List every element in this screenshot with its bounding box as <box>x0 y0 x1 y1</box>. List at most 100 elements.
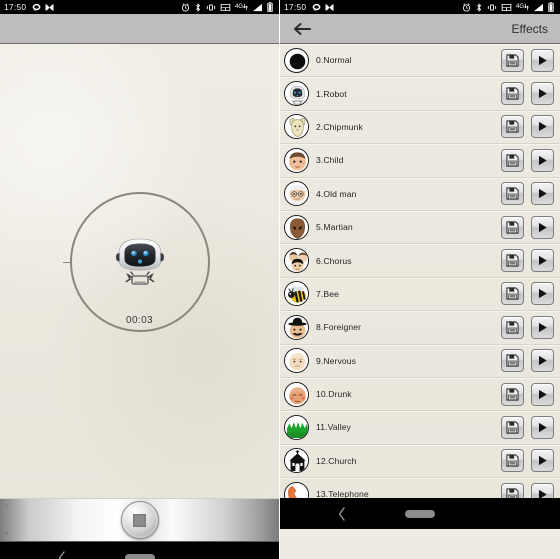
status-bar-left: 17:50 4G <box>0 0 279 14</box>
status-right-icons: 4G <box>181 2 273 12</box>
dual-screenshot: 17:50 4G 00:03 17:50 4G Effects 0.Normal… <box>0 0 560 559</box>
save-floppy-icon[interactable] <box>501 249 524 273</box>
play-icon[interactable] <box>531 182 554 206</box>
row-actions <box>501 148 554 172</box>
child-icon <box>284 147 309 173</box>
row-actions <box>501 215 554 239</box>
status-left-icons <box>32 3 54 12</box>
play-icon[interactable] <box>531 349 554 373</box>
list-item[interactable]: 2.Chipmunk <box>280 111 560 145</box>
nav-home-pill-icon[interactable] <box>124 553 155 559</box>
list-item[interactable]: 4.Old man <box>280 178 560 211</box>
battery-icon <box>267 2 273 12</box>
recorder-panel: 17:50 4G 00:03 <box>0 0 280 559</box>
recorder-header-bar <box>0 14 279 44</box>
list-item[interactable]: 0.Normal <box>280 44 560 78</box>
save-floppy-icon[interactable] <box>501 349 524 373</box>
nav-back-icon[interactable] <box>56 550 68 559</box>
message-icon <box>312 3 321 11</box>
nervous-icon <box>284 348 309 374</box>
save-floppy-icon[interactable] <box>501 482 524 498</box>
vibrate-icon <box>487 4 497 10</box>
save-floppy-icon[interactable] <box>501 315 524 339</box>
row-actions <box>501 482 554 498</box>
row-actions <box>501 415 554 439</box>
list-item[interactable]: 3.Child <box>280 144 560 178</box>
stop-square-icon <box>133 513 146 527</box>
list-item[interactable]: 11.Valley <box>280 411 560 445</box>
record-dial[interactable]: 00:03 <box>62 192 210 332</box>
signal-icon <box>253 3 262 11</box>
nav-back-icon[interactable] <box>336 506 348 522</box>
status-left-icons-right <box>312 3 334 12</box>
play-icon[interactable] <box>531 48 554 72</box>
effects-panel: 17:50 4G Effects 0.Normal 1.Robot 2.Chip… <box>280 0 560 559</box>
save-floppy-icon[interactable] <box>501 82 524 106</box>
battery-icon <box>548 2 554 12</box>
play-icon[interactable] <box>531 415 554 439</box>
save-floppy-icon[interactable] <box>501 382 524 406</box>
music-icon <box>325 4 334 10</box>
row-actions <box>501 48 554 72</box>
play-icon[interactable] <box>531 249 554 273</box>
play-icon[interactable] <box>531 148 554 172</box>
church-icon <box>284 448 309 474</box>
recording-timer: 00:03 <box>125 315 154 326</box>
play-icon[interactable] <box>531 215 554 239</box>
play-icon[interactable] <box>531 315 554 339</box>
list-item[interactable]: 7.Bee <box>280 278 560 312</box>
save-floppy-icon[interactable] <box>501 449 524 473</box>
save-floppy-icon[interactable] <box>501 148 524 172</box>
save-floppy-icon[interactable] <box>501 415 524 439</box>
row-actions <box>501 315 554 339</box>
list-item[interactable]: 13.Telephone <box>280 478 560 498</box>
list-item[interactable]: 9.Nervous <box>280 345 560 378</box>
vr-icon <box>501 3 512 11</box>
row-actions <box>501 449 554 473</box>
network-4g-icon: 4G <box>235 3 248 11</box>
row-actions <box>501 282 554 306</box>
chorus-icon <box>284 248 309 274</box>
normal-circle-icon <box>284 47 309 73</box>
list-item-label: 0.Normal <box>316 55 352 66</box>
list-item[interactable]: 5.Martian <box>280 211 560 245</box>
alarm-icon <box>181 2 190 12</box>
stop-record-button[interactable] <box>120 501 159 539</box>
effects-header: Effects <box>280 14 560 44</box>
list-item[interactable]: 8.Foreigner <box>280 311 560 345</box>
old-man-icon <box>284 181 309 207</box>
status-time-right: 17:50 <box>284 2 307 12</box>
play-icon[interactable] <box>531 282 554 306</box>
valley-icon <box>284 414 309 440</box>
back-arrow-icon[interactable] <box>292 21 312 37</box>
nav-home-pill-icon[interactable] <box>405 509 435 518</box>
play-icon[interactable] <box>531 115 554 139</box>
play-icon[interactable] <box>531 382 554 406</box>
foreigner-icon <box>284 314 309 340</box>
list-item[interactable]: 1.Robot <box>280 77 560 111</box>
save-floppy-icon[interactable] <box>501 115 524 139</box>
play-icon[interactable] <box>531 449 554 473</box>
list-item[interactable]: 12.Church <box>280 445 560 479</box>
list-item-label: 6.Chorus <box>316 255 352 266</box>
network-4g-icon: 4G <box>516 3 529 11</box>
list-item-label: 4.Old man <box>316 188 357 199</box>
play-icon[interactable] <box>531 82 554 106</box>
nav-bar-right <box>280 498 560 529</box>
effects-list[interactable]: 0.Normal 1.Robot 2.Chipmunk 3.Child 4.Ol… <box>280 44 560 498</box>
list-item-label: 11.Valley <box>316 422 351 433</box>
list-item[interactable]: 10.Drunk <box>280 378 560 412</box>
page-title: Effects <box>511 21 548 36</box>
save-floppy-icon[interactable] <box>501 182 524 206</box>
list-item[interactable]: 6.Chorus <box>280 244 560 278</box>
play-icon[interactable] <box>531 482 554 498</box>
list-item-label: 2.Chipmunk <box>316 121 363 132</box>
save-floppy-icon[interactable] <box>501 282 524 306</box>
row-actions <box>501 82 554 106</box>
music-icon <box>45 4 54 10</box>
list-item-label: 1.Robot <box>316 88 347 99</box>
save-floppy-icon[interactable] <box>501 48 524 72</box>
save-floppy-icon[interactable] <box>501 215 524 239</box>
nav-bar-left <box>0 542 279 559</box>
dial-tick-marker <box>62 262 71 263</box>
